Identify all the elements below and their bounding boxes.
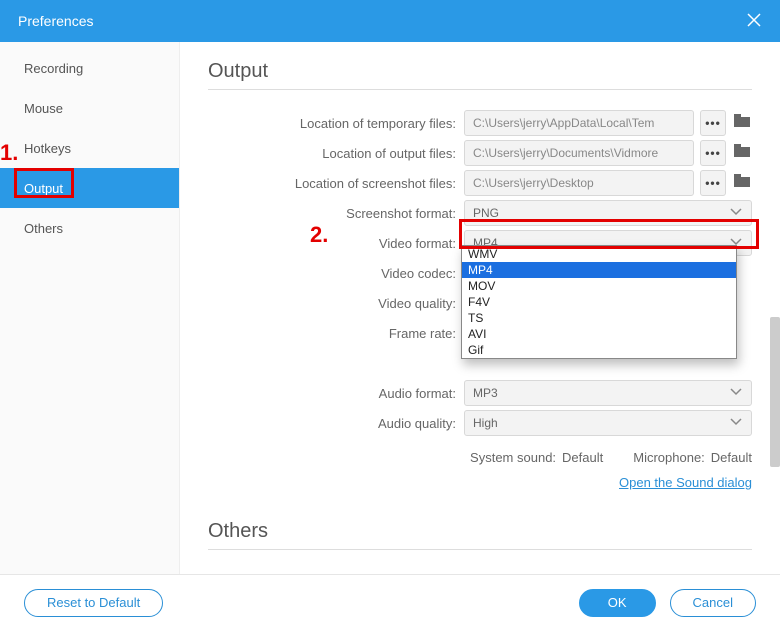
dropdown-option-ts[interactable]: TS <box>462 310 736 326</box>
dropdown-option-mp4[interactable]: MP4 <box>462 262 736 278</box>
dropdown-option-gif[interactable]: Gif <box>462 342 736 358</box>
sidebar-item-recording[interactable]: Recording <box>0 48 179 88</box>
label-video-codec: Video codec: <box>208 266 464 281</box>
label-screenshot-files: Location of screenshot files: <box>208 176 464 191</box>
dropdown-option-f4v[interactable]: F4V <box>462 294 736 310</box>
audio-format-select[interactable]: MP3 <box>464 380 752 406</box>
folder-icon <box>734 144 750 163</box>
scrollbar-thumb[interactable] <box>770 317 780 467</box>
sidebar: Recording Mouse Hotkeys Output Others <box>0 42 180 574</box>
dropdown-option-wmv[interactable]: WMV <box>462 246 736 262</box>
open-temp-folder-button[interactable] <box>732 113 752 133</box>
browse-screenshot-button[interactable]: ••• <box>700 170 726 196</box>
footer: Reset to Default OK Cancel <box>0 574 780 630</box>
system-sound-value: Default <box>562 450 603 465</box>
microphone-key: Microphone: <box>633 450 705 465</box>
sidebar-item-mouse[interactable]: Mouse <box>0 88 179 128</box>
folder-icon <box>734 114 750 133</box>
label-audio-format: Audio format: <box>208 386 464 401</box>
label-audio-quality: Audio quality: <box>208 416 464 431</box>
cancel-button[interactable]: Cancel <box>670 589 756 617</box>
open-sound-dialog-link[interactable]: Open the Sound dialog <box>208 475 752 490</box>
label-temp-files: Location of temporary files: <box>208 116 464 131</box>
open-screenshot-folder-button[interactable] <box>732 173 752 193</box>
open-output-folder-button[interactable] <box>732 143 752 163</box>
dropdown-option-avi[interactable]: AVI <box>462 326 736 342</box>
sidebar-item-hotkeys[interactable]: Hotkeys <box>0 128 179 168</box>
browse-temp-button[interactable]: ••• <box>700 110 726 136</box>
screenshot-format-select[interactable]: PNG <box>464 200 752 226</box>
audio-quality-select[interactable]: High <box>464 410 752 436</box>
audio-defaults-row: System sound: Default Microphone: Default <box>208 450 752 465</box>
window-title: Preferences <box>18 13 93 29</box>
folder-icon <box>734 174 750 193</box>
sidebar-item-others[interactable]: Others <box>0 208 179 248</box>
temp-files-field[interactable]: C:\Users\jerry\AppData\Local\Tem <box>464 110 694 136</box>
microphone-value: Default <box>711 450 752 465</box>
system-sound-key: System sound: <box>470 450 556 465</box>
label-video-quality: Video quality: <box>208 296 464 311</box>
label-screenshot-format: Screenshot format: <box>208 206 464 221</box>
label-video-format: Video format: <box>208 236 464 251</box>
dropdown-option-mov[interactable]: MOV <box>462 278 736 294</box>
output-files-field[interactable]: C:\Users\jerry\Documents\Vidmore <box>464 140 694 166</box>
ellipsis-icon: ••• <box>705 176 721 190</box>
section-title-output: Output <box>208 60 752 90</box>
chevron-down-icon <box>729 206 743 220</box>
chevron-down-icon <box>729 416 743 430</box>
ok-button[interactable]: OK <box>579 589 656 617</box>
ellipsis-icon: ••• <box>705 116 721 130</box>
chevron-down-icon <box>729 386 743 400</box>
close-icon[interactable] <box>746 12 762 31</box>
sidebar-item-output[interactable]: Output <box>0 168 179 208</box>
label-frame-rate: Frame rate: <box>208 326 464 341</box>
section-title-others: Others <box>208 520 752 550</box>
screenshot-files-field[interactable]: C:\Users\jerry\Desktop <box>464 170 694 196</box>
label-output-files: Location of output files: <box>208 146 464 161</box>
video-format-dropdown[interactable]: WMV MP4 MOV F4V TS AVI Gif <box>461 245 737 359</box>
browse-output-button[interactable]: ••• <box>700 140 726 166</box>
reset-to-default-button[interactable]: Reset to Default <box>24 589 163 617</box>
ellipsis-icon: ••• <box>705 146 721 160</box>
titlebar: Preferences <box>0 0 780 42</box>
